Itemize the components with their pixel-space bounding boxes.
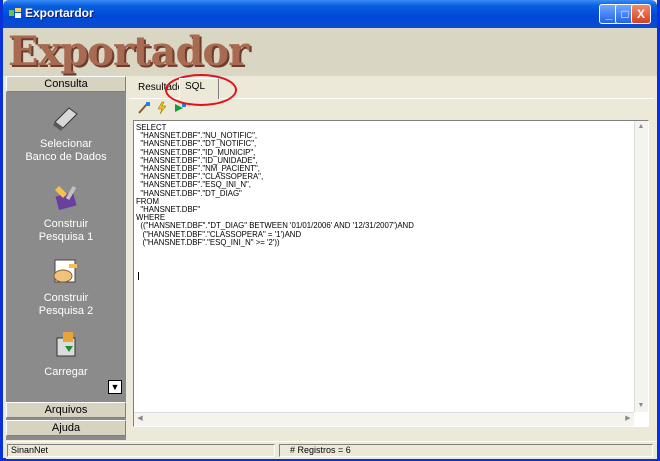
editor-toolbar [133, 100, 333, 118]
sidebar-header-ajuda[interactable]: Ajuda [6, 420, 126, 436]
sidebar-item-construir-pesquisa-1[interactable]: Construir Pesquisa 1 [6, 180, 126, 244]
scroll-up-arrow-icon[interactable]: ▲ [635, 121, 647, 133]
sidebar-header-consulta[interactable]: Consulta [6, 76, 126, 92]
sidebar-item-construir-pesquisa-2[interactable]: Construir Pesquisa 2 [6, 254, 126, 318]
app-icon [9, 8, 21, 18]
app-logo: Exportador [8, 28, 249, 75]
sidebar-item-label: Selecionar Banco de Dados [25, 138, 107, 163]
tab-resultado[interactable]: Resultado [133, 80, 183, 98]
play-icon[interactable] [173, 101, 187, 115]
scroll-right-arrow-icon[interactable]: ▶ [622, 413, 634, 425]
sidebar-item-label: Construir Pesquisa 1 [38, 218, 94, 243]
sidebar-item-label: Carregar [44, 366, 88, 378]
eraser-icon [53, 107, 78, 131]
horizontal-scrollbar[interactable]: ◀ ▶ [134, 412, 634, 426]
sql-query-text[interactable]: SELECT "HANSNET.DBF"."NU_NOTIFIC", "HANS… [136, 123, 590, 246]
sidebar-scroll-down-button[interactable]: ▼ [108, 380, 122, 394]
disk-icon [56, 332, 76, 357]
lightning-icon[interactable] [155, 101, 169, 115]
sidebar: Consulta Selecionar Banco de Dados Const… [6, 76, 126, 440]
sidebar-item-label: Construir Pesquisa 2 [38, 292, 94, 317]
app-banner: Exportador [3, 28, 657, 76]
hand-icon [53, 259, 77, 283]
sidebar-header-arquivos[interactable]: Arquivos [6, 402, 126, 418]
main-panel: Resultado SQL SELECT "HANSNET.DBF"."NU_N… [129, 76, 654, 440]
brush-icon[interactable] [137, 101, 151, 115]
vertical-scrollbar[interactable]: ▲ ▼ [634, 121, 648, 412]
tab-sql[interactable]: SQL [179, 78, 219, 99]
sidebar-item-carregar[interactable]: Carregar [6, 328, 126, 379]
close-button[interactable]: X [631, 4, 651, 24]
scroll-left-arrow-icon[interactable]: ◀ [134, 413, 146, 425]
status-app-name: SinanNet [7, 444, 275, 457]
window-title: Exportardor [25, 6, 94, 20]
text-caret [138, 272, 139, 280]
tab-strip: Resultado SQL [129, 78, 654, 99]
app-window: Exportardor _ □ X Exportador Consulta Se… [0, 0, 660, 461]
title-bar[interactable]: Exportardor _ □ X [3, 0, 657, 28]
sql-editor[interactable]: SELECT "HANSNET.DBF"."NU_NOTIFIC", "HANS… [133, 120, 649, 427]
scroll-down-arrow-icon[interactable]: ▼ [635, 400, 647, 412]
status-bar: SinanNet # Registros = 6 [6, 441, 657, 459]
sidebar-item-selecionar-banco[interactable]: Selecionar Banco de Dados [6, 100, 126, 164]
status-registros: # Registros = 6 [279, 444, 653, 457]
tools-icon [55, 185, 77, 211]
